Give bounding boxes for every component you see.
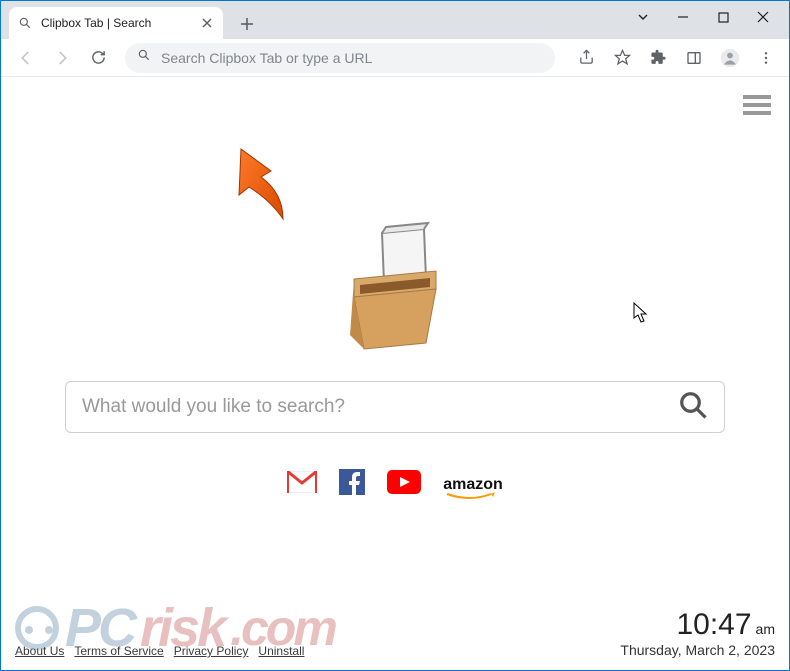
amazon-link[interactable]: amazon <box>443 476 503 494</box>
main-search-bar <box>65 381 725 433</box>
browser-toolbar: Search Clipbox Tab or type a URL <box>1 39 789 77</box>
nav-forward-button[interactable] <box>45 41 79 75</box>
nav-reload-button[interactable] <box>81 41 115 75</box>
amazon-label: amazon <box>443 476 503 493</box>
side-panel-icon[interactable] <box>679 43 709 73</box>
window-close-icon[interactable] <box>743 3 783 31</box>
menu-dots-icon[interactable] <box>751 43 781 73</box>
chevron-down-icon[interactable] <box>623 3 663 31</box>
window-controls <box>623 3 783 31</box>
browser-titlebar: Clipbox Tab | Search <box>1 1 789 39</box>
clock-ampm: am <box>756 621 775 637</box>
bookmark-star-icon[interactable] <box>607 43 637 73</box>
search-icon <box>137 48 151 67</box>
pcrisk-watermark: PCrisk.com <box>15 597 335 659</box>
tab-title: Clipbox Tab | Search <box>41 16 199 30</box>
window-maximize-icon[interactable] <box>703 3 743 31</box>
nav-back-button[interactable] <box>9 41 43 75</box>
search-submit-icon[interactable] <box>678 390 708 425</box>
search-input[interactable] <box>82 396 678 418</box>
quick-links-row: amazon <box>287 469 503 500</box>
extensions-puzzle-icon[interactable] <box>643 43 673 73</box>
profile-avatar-icon[interactable] <box>715 43 745 73</box>
search-glass-icon <box>17 15 33 31</box>
annotation-arrow-icon <box>231 147 301 232</box>
watermark-dots-icon <box>15 606 59 650</box>
clock-time: 10:47 am <box>620 608 775 642</box>
footer-clock: 10:47 am Thursday, March 2, 2023 <box>620 608 775 658</box>
tab-close-icon[interactable] <box>199 15 215 31</box>
page-content: amazon PCrisk.com About Us Terms of Serv… <box>1 77 789 670</box>
omnibox-placeholder: Search Clipbox Tab or type a URL <box>161 50 543 66</box>
browser-tab[interactable]: Clipbox Tab | Search <box>9 7 223 39</box>
window-minimize-icon[interactable] <box>663 3 703 31</box>
toolbar-actions <box>571 43 781 73</box>
hamburger-menu-icon[interactable] <box>743 91 771 119</box>
facebook-icon[interactable] <box>339 469 365 500</box>
clock-hours: 10:47 <box>676 608 751 641</box>
mouse-cursor-icon <box>633 302 649 329</box>
clipbox-logo-icon <box>320 217 470 357</box>
youtube-icon[interactable] <box>387 470 421 499</box>
watermark-com: .com <box>230 599 335 657</box>
clock-date: Thursday, March 2, 2023 <box>620 642 775 658</box>
share-icon[interactable] <box>571 43 601 73</box>
watermark-risk: risk <box>140 597 224 659</box>
center-column: amazon <box>65 217 725 500</box>
omnibox[interactable]: Search Clipbox Tab or type a URL <box>125 43 555 73</box>
watermark-pc: PC <box>65 597 134 659</box>
new-tab-button[interactable] <box>235 12 259 36</box>
gmail-icon[interactable] <box>287 471 317 498</box>
